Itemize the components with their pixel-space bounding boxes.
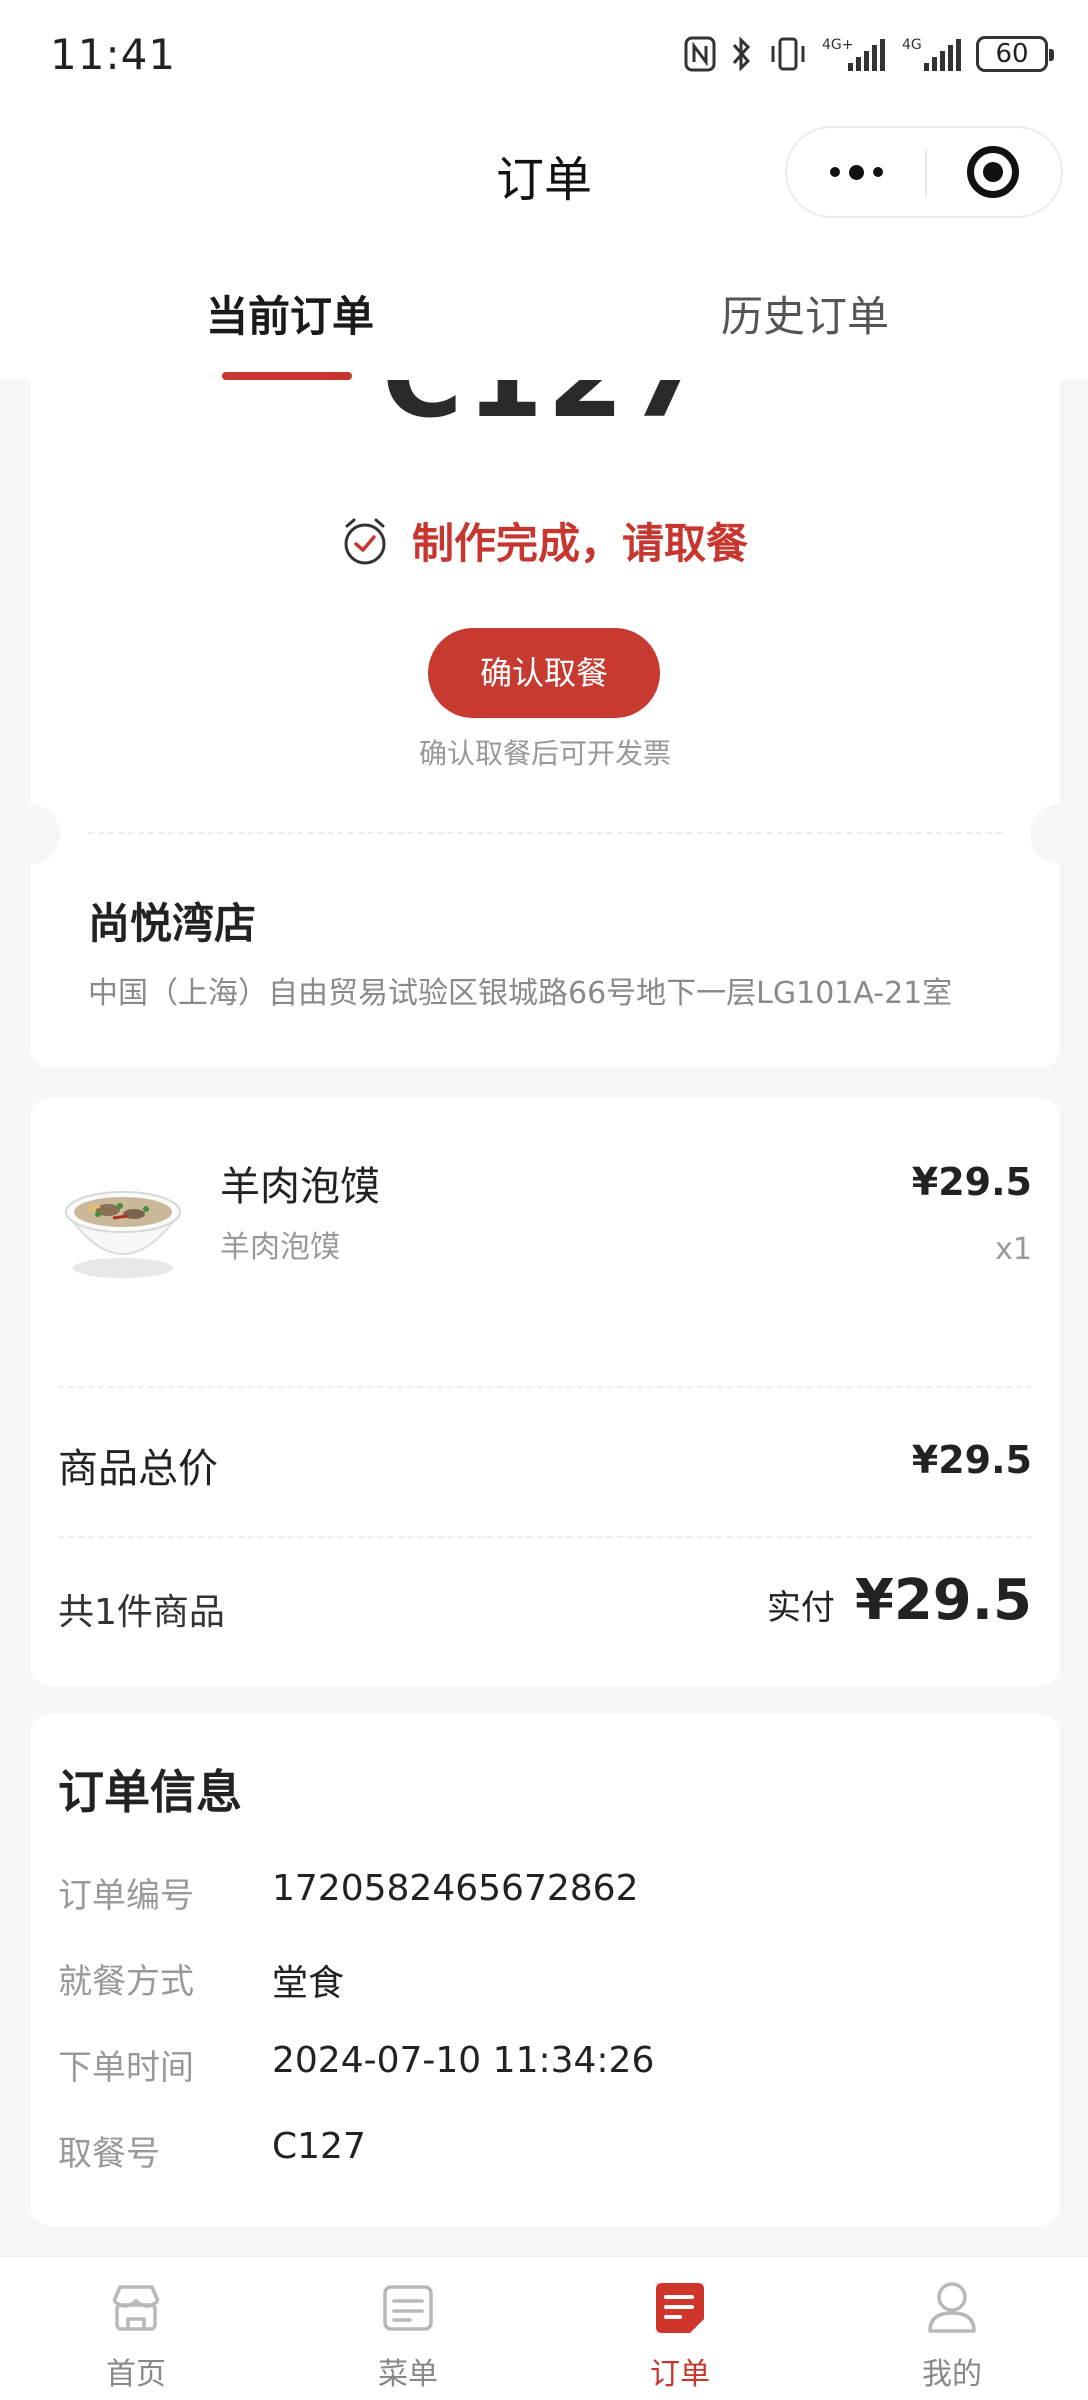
bluetooth-icon: [732, 36, 751, 72]
nav-item-profile[interactable]: 我的: [862, 2257, 1042, 2400]
order-info-card: 订单信息 订单编号 1720582465672862 就餐方式 堂食 下单时间 …: [30, 1714, 1060, 2226]
item-price: ¥29.5: [911, 1160, 1032, 1204]
nav-bar: 订单: [0, 110, 1088, 235]
status-time: 11:41: [50, 30, 177, 79]
vibrate-icon: [771, 37, 805, 71]
ticket-notch-right: [1030, 804, 1060, 864]
order-info-title: 订单信息: [58, 1765, 242, 1819]
goods-total-value: ¥29.5: [911, 1438, 1032, 1482]
status-row: 制作完成，请取餐: [30, 510, 1060, 571]
nav-item-menu[interactable]: 菜单: [318, 2257, 498, 2400]
order-icon: [656, 2283, 704, 2333]
home-icon: [112, 2285, 160, 2331]
svg-text:4G: 4G: [902, 37, 922, 53]
item-count-label: 共1件商品: [58, 1592, 225, 1633]
battery-indicator: 60: [976, 36, 1054, 72]
nav-label: 首页: [106, 2357, 166, 2392]
pickup-number-value: C127: [272, 2126, 366, 2167]
order-tabs: 当前订单 历史订单: [0, 235, 1088, 380]
dashed-divider: [58, 1386, 1032, 1388]
item-spec: 羊肉泡馍: [220, 1230, 340, 1265]
goods-total-label: 商品总价: [58, 1446, 218, 1492]
paid-label: 实付: [766, 1588, 835, 1628]
profile-icon: [928, 2282, 976, 2333]
order-status-text: 制作完成，请取餐: [411, 519, 748, 568]
more-dot-icon: [829, 167, 840, 177]
order-time-value: 2024-07-10 11:34:26: [272, 2040, 655, 2081]
nav-label: 订单: [650, 2357, 710, 2392]
paid-value: ¥29.5: [854, 1568, 1032, 1633]
nav-label: 菜单: [378, 2357, 438, 2392]
pickup-number: C127: [30, 380, 1060, 438]
capsule-divider: [925, 150, 927, 196]
pickup-number-row: 取餐号 C127: [58, 2126, 1038, 2176]
alarm-clock-check-icon: [344, 518, 386, 564]
more-button[interactable]: [787, 128, 925, 216]
dining-method-row: 就餐方式 堂食: [58, 1954, 1038, 2004]
tab-current-orders[interactable]: 当前订单: [206, 283, 374, 344]
nav-item-orders[interactable]: 订单: [590, 2257, 770, 2400]
nfc-icon: [684, 36, 716, 72]
close-target-icon[interactable]: [967, 146, 1019, 198]
info-label: 订单编号: [58, 1876, 194, 1916]
order-number-row: 订单编号 1720582465672862: [58, 1868, 1038, 1918]
signal-4g-plus-icon: 4G+: [822, 37, 885, 71]
order-number-value: 1720582465672862: [272, 1868, 639, 1909]
bottom-nav: 首页 菜单 订单 我的: [0, 2256, 1088, 2400]
pickup-card: C127 制作完成，请取餐 确认取餐 确认取餐后可开发票 尚悦湾店 中国（上海）…: [30, 380, 1060, 1068]
dining-method-value: 堂食: [272, 1963, 345, 2004]
nav-item-home[interactable]: 首页: [46, 2257, 226, 2400]
menu-icon: [383, 2285, 433, 2331]
mini-program-capsule: [785, 126, 1063, 218]
status-icons: 4G+ 4G 60: [684, 32, 1054, 76]
dashed-divider: [58, 1536, 1032, 1538]
more-dot-icon: [848, 164, 864, 180]
item-quantity: x1: [995, 1232, 1032, 1267]
info-label: 取餐号: [58, 2134, 160, 2174]
nav-label: 我的: [922, 2357, 982, 2392]
tab-history-orders[interactable]: 历史订单: [721, 283, 889, 344]
status-bar: 11:41 4G+ 4G 60: [0, 0, 1088, 110]
paid-amount: 实付 ¥29.5: [767, 1568, 1032, 1633]
more-dot-icon: [872, 167, 883, 177]
order-items-card: 羊肉泡馍 羊肉泡馍 ¥29.5 x1 商品总价 ¥29.5 共1件商品 实付 ¥…: [30, 1098, 1060, 1686]
item-name: 羊肉泡馍: [220, 1164, 380, 1210]
order-time-row: 下单时间 2024-07-10 11:34:26: [58, 2040, 1038, 2090]
info-label: 就餐方式: [58, 1962, 194, 2002]
invoice-hint: 确认取餐后可开发票: [418, 737, 671, 770]
ticket-notch-left: [30, 804, 60, 864]
store-address: 中国（上海）自由贸易试验区银城路66号地下一层LG101A-21室: [88, 976, 953, 1011]
svg-text:4G+: 4G+: [822, 37, 854, 53]
tab-active-indicator: [222, 372, 352, 380]
store-name: 尚悦湾店: [88, 899, 257, 948]
signal-4g-icon: 4G: [902, 37, 961, 71]
dashed-divider: [88, 832, 1002, 834]
food-image: [64, 1191, 182, 1278]
confirm-pickup-button[interactable]: 确认取餐: [428, 628, 660, 718]
info-label: 下单时间: [58, 2048, 194, 2088]
